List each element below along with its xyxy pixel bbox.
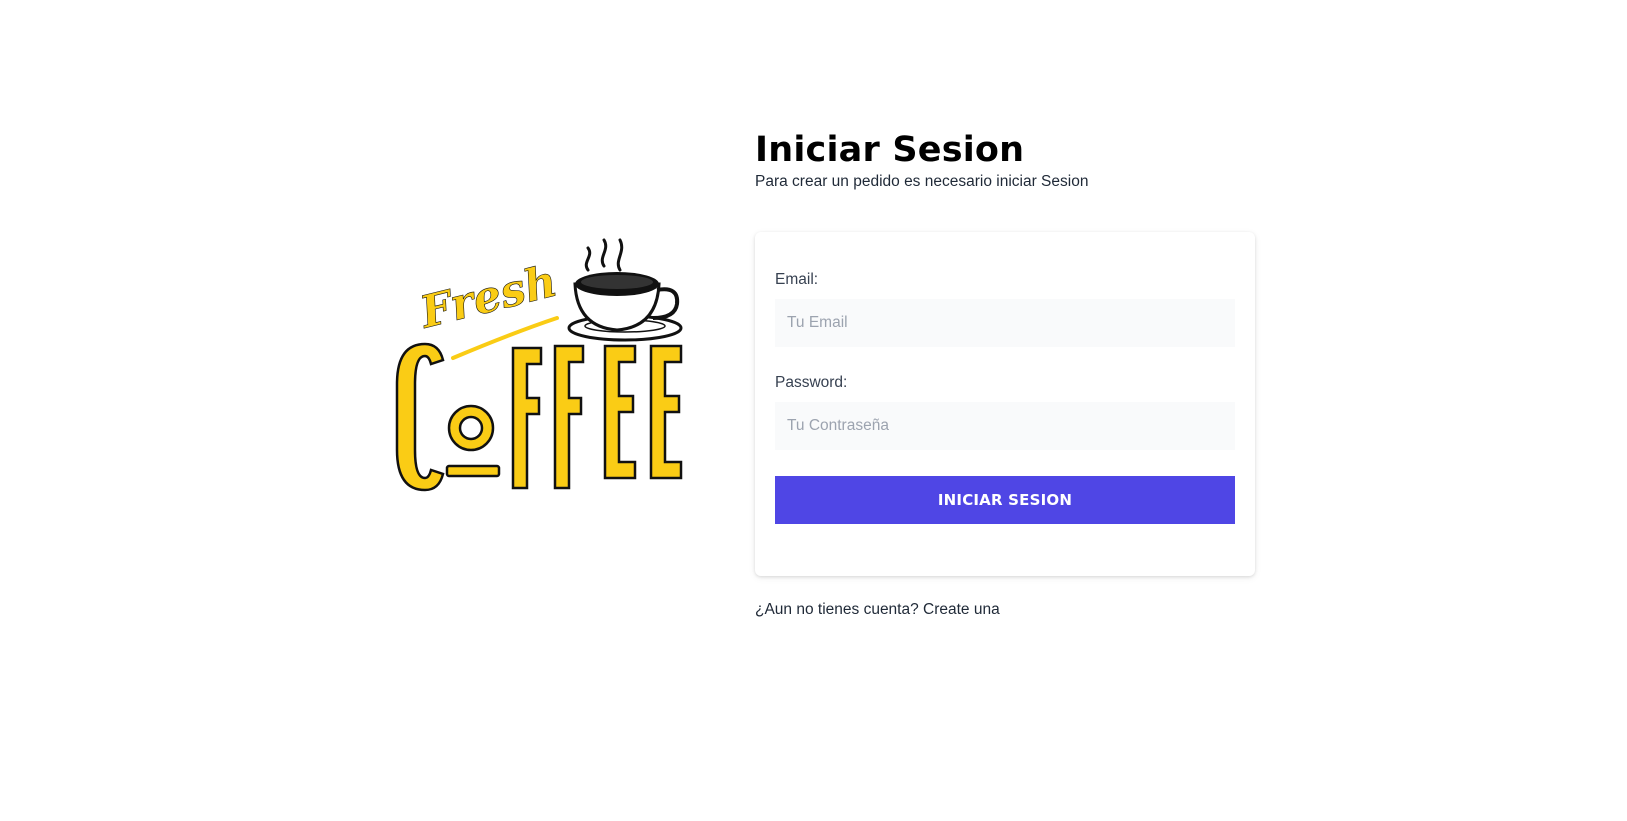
- coffee-cup-icon: Fresh: [395, 238, 683, 492]
- login-form-card: Email: Password: Iniciar Sesion: [755, 232, 1255, 576]
- page-subtitle: Para crear un pedido es necesario inicia…: [755, 173, 1089, 190]
- email-label: Email:: [775, 271, 819, 288]
- login-page: Fresh Iniciar Sesion Para crear un pedid…: [0, 0, 1627, 821]
- password-field[interactable]: [775, 402, 1235, 450]
- login-submit-button[interactable]: Iniciar Sesion: [775, 476, 1235, 524]
- svg-text:Fresh: Fresh: [413, 256, 562, 339]
- email-field[interactable]: [775, 299, 1235, 347]
- page-title: Iniciar Sesion: [755, 130, 1025, 170]
- password-label: Password:: [775, 374, 848, 391]
- create-account-link[interactable]: ¿Aun no tienes cuenta? Create una: [755, 600, 1000, 620]
- login-content: Iniciar Sesion Para crear un pedido es n…: [755, 128, 1255, 618]
- fresh-coffee-logo: Fresh: [385, 232, 715, 517]
